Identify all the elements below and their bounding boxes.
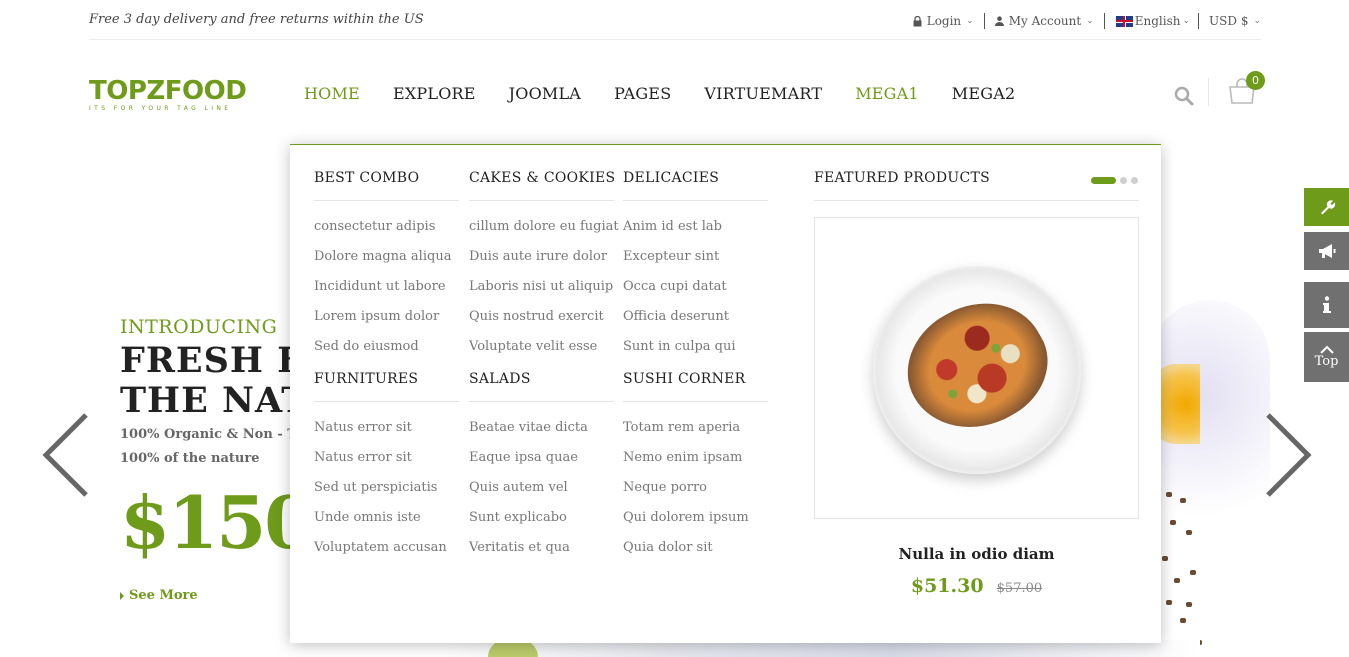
pager-dot-active[interactable] — [1091, 177, 1116, 184]
nav-home[interactable]: HOME — [304, 84, 360, 103]
mega-column-title[interactable]: SUSHI CORNER — [623, 371, 768, 402]
mega-link[interactable]: Natus error sit — [314, 448, 459, 478]
mega-link[interactable]: cillum dolore eu fugiat — [469, 217, 619, 247]
site-logo[interactable]: TOPZFOOD ITS FOR YOUR TAG LINE — [89, 76, 247, 112]
language-menu[interactable]: English ⌄ — [1105, 12, 1198, 30]
mega-column-title[interactable]: DELICACIES — [623, 170, 768, 201]
mega-link[interactable]: Quis autem vel — [469, 478, 614, 508]
mega-link[interactable]: Unde omnis iste — [314, 508, 459, 538]
login-menu[interactable]: Login ⌄ — [903, 12, 984, 30]
mega-link[interactable]: consectetur adipis — [314, 217, 459, 247]
mega-column-title[interactable]: SALADS — [469, 371, 614, 402]
mega-column-furnitures: FURNITURES Natus error sit Natus error s… — [314, 371, 459, 568]
mega-column-title[interactable]: CAKES & COOKIES — [469, 170, 615, 201]
old-price: $57.00 — [996, 581, 1043, 596]
account-menu[interactable]: My Account ⌄ — [985, 12, 1104, 30]
mega-link[interactable]: Duis aute irure dolor — [469, 247, 614, 277]
featured-products-title: FEATURED PRODUCTS — [814, 170, 1139, 201]
mega-column-title[interactable]: BEST COMBO — [314, 170, 459, 201]
see-more-link[interactable]: See More — [120, 588, 198, 603]
mega-link[interactable]: Veritatis et qua — [469, 538, 614, 568]
mega-column-sushi-corner: SUSHI CORNER Totam rem aperia Nemo enim … — [623, 371, 768, 568]
mega-column-title[interactable]: FURNITURES — [314, 371, 459, 402]
mega-link[interactable]: Anim id est lab — [623, 217, 768, 247]
mega-column-delicacies: DELICACIES Anim id est lab Excepteur sin… — [623, 170, 768, 367]
top-bar-menu: Login ⌄ My Account ⌄ English ⌄ USD $ ⌄ — [903, 12, 1261, 30]
mega-link[interactable]: Sed ut perspiciatis — [314, 478, 459, 508]
info-tool-button[interactable] — [1304, 282, 1349, 328]
mega-link[interactable]: Quis nostrud exercit — [469, 307, 614, 337]
user-icon — [994, 16, 1004, 26]
mega-link[interactable]: Voluptate velit esse — [469, 337, 614, 367]
featured-pager — [1091, 177, 1138, 184]
nav-explore[interactable]: EXPLORE — [393, 84, 476, 103]
nav-mega1[interactable]: MEGA1 — [855, 84, 919, 103]
chevron-down-icon: ⌄ — [1253, 16, 1261, 26]
back-to-top-button[interactable]: Top — [1304, 332, 1349, 382]
main-nav: HOME EXPLORE JOOMLA PAGES VIRTUEMART MEG… — [304, 84, 1048, 103]
logo-tagline: ITS FOR YOUR TAG LINE — [89, 105, 232, 112]
mega-column-best-combo: BEST COMBO consectetur adipis Dolore mag… — [314, 170, 459, 367]
uk-flag-icon — [1115, 15, 1133, 27]
nav-virtuemart[interactable]: VIRTUEMART — [704, 84, 822, 103]
mega-link[interactable]: Occa cupi datat — [623, 277, 768, 307]
account-label: My Account — [1008, 14, 1082, 28]
mega-link[interactable]: Neque porro — [623, 478, 768, 508]
mega-link[interactable]: Sed do eiusmod — [314, 337, 459, 367]
mega-link[interactable]: Nemo enim ipsam — [623, 448, 768, 478]
mega-link[interactable]: Lorem ipsum dolor — [314, 307, 459, 337]
mega-link[interactable]: Natus error sit — [314, 418, 459, 448]
featured-product-image[interactable] — [814, 217, 1139, 519]
top-bar: Free 3 day delivery and free returns wit… — [89, 0, 1261, 40]
pager-dot[interactable] — [1131, 177, 1138, 184]
slider-prev-arrow-icon[interactable] — [38, 410, 98, 500]
wrench-icon — [1320, 200, 1335, 215]
slider-next-arrow-icon[interactable] — [1258, 410, 1318, 500]
login-label: Login — [926, 14, 962, 28]
info-icon — [1322, 296, 1331, 313]
promo-text: Free 3 day delivery and free returns wit… — [89, 12, 424, 27]
settings-tool-button[interactable] — [1304, 188, 1349, 226]
currency-menu[interactable]: USD $ ⌄ — [1199, 12, 1261, 30]
chevron-down-icon: ⌄ — [966, 16, 974, 26]
mega-column-salads: SALADS Beatae vitae dicta Eaque ipsa qua… — [469, 371, 614, 568]
announcement-tool-button[interactable] — [1304, 232, 1349, 270]
nav-joomla[interactable]: JOOMLA — [509, 84, 581, 103]
caret-right-icon — [120, 591, 124, 600]
mega-link[interactable]: Dolore magna aliqua — [314, 247, 459, 277]
see-more-label: See More — [129, 588, 198, 603]
chevron-down-icon: ⌄ — [1086, 16, 1094, 26]
mega-column-cakes-cookies: CAKES & COOKIES cillum dolore eu fugiat … — [469, 170, 619, 367]
mega-link[interactable]: Beatae vitae dicta — [469, 418, 614, 448]
featured-product-price: $51.30 $57.00 — [814, 575, 1139, 597]
chevron-up-icon — [1319, 345, 1334, 354]
mega-link[interactable]: Voluptatem accusan — [314, 538, 459, 568]
mega-link[interactable]: Excepteur sint — [623, 247, 768, 277]
featured-product-name[interactable]: Nulla in odio diam — [814, 545, 1139, 563]
lock-icon — [913, 15, 922, 26]
back-to-top-label: Top — [1314, 354, 1339, 369]
mega-link[interactable]: Officia deserunt — [623, 307, 768, 337]
logo-name: TOPZFOOD — [89, 76, 247, 106]
mega-link[interactable]: Laboris nisi ut aliquip — [469, 277, 614, 307]
divider — [1208, 78, 1209, 106]
mega-link[interactable]: Qui dolorem ipsum — [623, 508, 768, 538]
mega-link[interactable]: Totam rem aperia — [623, 418, 768, 448]
mega-link[interactable]: Sunt explicabo — [469, 508, 614, 538]
nav-pages[interactable]: PAGES — [614, 84, 671, 103]
mega-menu-dropdown: BEST COMBO consectetur adipis Dolore mag… — [290, 144, 1161, 643]
mega-link[interactable]: Sunt in culpa qui — [623, 337, 768, 367]
currency-label: USD $ — [1209, 14, 1249, 28]
nav-mega2[interactable]: MEGA2 — [952, 84, 1016, 103]
megaphone-icon — [1318, 244, 1335, 258]
cart-count-badge: 0 — [1246, 71, 1265, 90]
language-label: English — [1134, 14, 1181, 28]
search-icon[interactable] — [1174, 86, 1194, 106]
mega-link[interactable]: Eaque ipsa quae — [469, 448, 614, 478]
mega-link[interactable]: Incididunt ut labore — [314, 277, 459, 307]
chevron-down-icon: ⌄ — [1182, 16, 1191, 26]
mega-link[interactable]: Quia dolor sit — [623, 538, 768, 568]
current-price: $51.30 — [910, 575, 984, 597]
pager-dot[interactable] — [1120, 177, 1127, 184]
